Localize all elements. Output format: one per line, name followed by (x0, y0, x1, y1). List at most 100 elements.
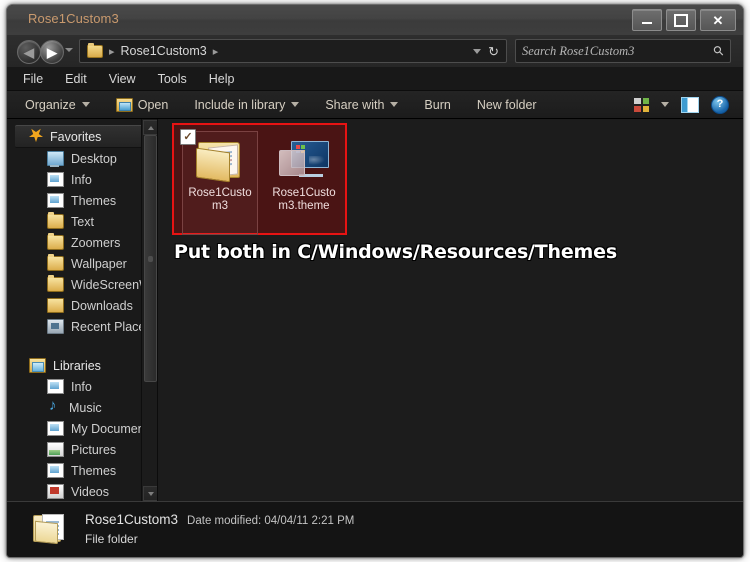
forward-arrow-icon: ▶ (47, 44, 57, 60)
document-icon (47, 193, 64, 208)
scrollbar-thumb[interactable] (144, 135, 157, 382)
scroll-down-button[interactable] (143, 486, 157, 501)
sidebar-item-label: Themes (71, 463, 117, 478)
breadcrumb-separator: ▸ (109, 45, 115, 58)
menu-item-view[interactable]: View (109, 72, 136, 86)
new-folder-label: New folder (476, 97, 537, 112)
sidebar-item-label: Zoomers (71, 235, 121, 250)
breadcrumb[interactable]: ▸ Rose1Custom3 ▸ ↻ (79, 39, 507, 63)
menu-item-tools[interactable]: Tools (158, 72, 187, 86)
document-icon (47, 172, 64, 187)
breadcrumb-path[interactable]: Rose1Custom3 (121, 44, 207, 58)
chevron-down-icon (291, 102, 300, 107)
sidebar-item-library-pictures[interactable]: Pictures (7, 439, 157, 460)
command-toolbar: Organize Open Include in library Share w… (7, 91, 743, 119)
view-chevron-down-icon[interactable] (661, 102, 669, 107)
folder-icon (47, 212, 64, 229)
organize-label: Organize (25, 97, 76, 112)
organize-button[interactable]: Organize (25, 98, 90, 112)
chevron-down-icon (81, 102, 90, 107)
search-input[interactable]: Search Rose1Custom3 ⚲ (515, 39, 731, 63)
back-arrow-icon: ◀ (24, 44, 34, 60)
menu-item-file[interactable]: File (23, 72, 43, 86)
share-with-label: Share with (325, 97, 385, 112)
explorer-window: Rose1Custom3 ✕ ◀ ▶ ▸ Rose1Custom3 ▸ ↻ Se… (6, 4, 744, 558)
new-folder-button[interactable]: New folder (477, 98, 537, 112)
details-item-type: File folder (85, 532, 138, 546)
recent-pages-dropdown-icon[interactable] (65, 48, 73, 52)
sidebar-item-library-info[interactable]: Info (7, 376, 157, 397)
libraries-icon (29, 358, 46, 373)
navigation-pane: Favorites Desktop Info Themes Text Zoome… (7, 119, 158, 502)
search-placeholder: Search Rose1Custom3 (522, 43, 635, 58)
sidebar-item-downloads[interactable]: Downloads (7, 295, 157, 316)
sidebar-item-library-videos[interactable]: Videos (7, 481, 157, 502)
breadcrumb-separator-end: ▸ (212, 45, 219, 58)
folder-icon (33, 512, 67, 545)
navigation-scrollbar[interactable] (141, 119, 157, 502)
close-button[interactable]: ✕ (700, 9, 736, 31)
address-bar-row: ◀ ▶ ▸ Rose1Custom3 ▸ ↻ Search Rose1Custo… (7, 35, 743, 68)
document-icon (47, 421, 64, 436)
sidebar-item-widescreenwal[interactable]: WideScreenWal (7, 274, 157, 295)
back-button[interactable]: ◀ (17, 40, 41, 64)
file-item-label: Rose1Custom3.theme (272, 187, 336, 212)
open-folder-icon (115, 97, 133, 112)
share-with-button[interactable]: Share with (325, 97, 399, 112)
scroll-up-button[interactable] (143, 120, 157, 135)
forward-button[interactable]: ▶ (40, 40, 64, 64)
instruction-banner: Put both in C/Windows/Resources/Themes (174, 241, 617, 263)
folder-icon (87, 42, 103, 58)
sidebar-item-zoomers[interactable]: Zoomers (7, 232, 157, 253)
window-title: Rose1Custom3 (28, 11, 119, 26)
open-button[interactable]: Open (115, 97, 169, 112)
sidebar-item-favorites[interactable]: Favorites (15, 125, 153, 148)
help-icon[interactable]: ? (711, 95, 729, 114)
file-item-theme[interactable]: Rose1Custom3.theme (266, 131, 342, 213)
minimize-button[interactable] (632, 9, 662, 31)
burn-button[interactable]: Burn (424, 98, 450, 112)
folder-icon (47, 275, 64, 292)
folder-icon (47, 254, 64, 271)
menu-item-edit[interactable]: Edit (65, 72, 87, 86)
title-bar: Rose1Custom3 ✕ (7, 5, 743, 36)
selection-region: ✓ Rose1Custom3 Rose1Custom3.theme (172, 123, 347, 235)
sidebar-item-desktop[interactable]: Desktop (7, 148, 157, 169)
include-in-library-label: Include in library (194, 97, 286, 112)
file-item-folder[interactable]: ✓ Rose1Custom3 (180, 129, 258, 235)
open-folder-icon (196, 138, 244, 183)
sidebar-item-library-my-documents[interactable]: My Documents (7, 418, 157, 439)
sidebar-item-text[interactable]: Text (7, 211, 157, 232)
sidebar-item-label: Wallpaper (71, 256, 127, 271)
sidebar-item-label: Info (71, 172, 92, 187)
maximize-button[interactable] (666, 9, 696, 31)
sidebar-item-themes[interactable]: Themes (7, 190, 157, 211)
sidebar-item-info[interactable]: Info (7, 169, 157, 190)
chevron-down-icon[interactable] (473, 48, 482, 54)
open-label: Open (137, 97, 169, 112)
file-list-pane[interactable]: ✓ Rose1Custom3 Rose1Custom3.theme Put bo… (158, 119, 743, 502)
sidebar-item-recent-places[interactable]: Recent Places (7, 316, 157, 337)
favorites-group: Favorites Desktop Info Themes Text Zoome… (7, 125, 157, 337)
document-icon (47, 463, 64, 478)
sidebar-item-label: Desktop (71, 151, 117, 166)
sidebar-item-libraries[interactable]: Libraries (7, 355, 157, 376)
close-icon: ✕ (712, 12, 724, 28)
sidebar-item-wallpaper[interactable]: Wallpaper (7, 253, 157, 274)
sidebar-item-label: Music (69, 400, 102, 415)
window-controls: ✕ (632, 9, 736, 31)
sidebar-item-library-themes[interactable]: Themes (7, 460, 157, 481)
details-item-name: Rose1Custom3 (85, 512, 179, 527)
maximize-icon (674, 13, 688, 27)
sidebar-item-library-music[interactable]: Music (7, 397, 157, 418)
selection-checkbox[interactable]: ✓ (180, 129, 196, 145)
menu-item-help[interactable]: Help (209, 72, 235, 86)
sidebar-item-label: Favorites (50, 129, 102, 144)
picture-icon (47, 442, 64, 457)
preview-pane-icon[interactable] (681, 96, 699, 113)
change-view-icon[interactable] (634, 97, 649, 112)
video-icon (47, 484, 64, 499)
refresh-icon[interactable]: ↻ (488, 45, 499, 58)
include-in-library-button[interactable]: Include in library (194, 97, 300, 112)
